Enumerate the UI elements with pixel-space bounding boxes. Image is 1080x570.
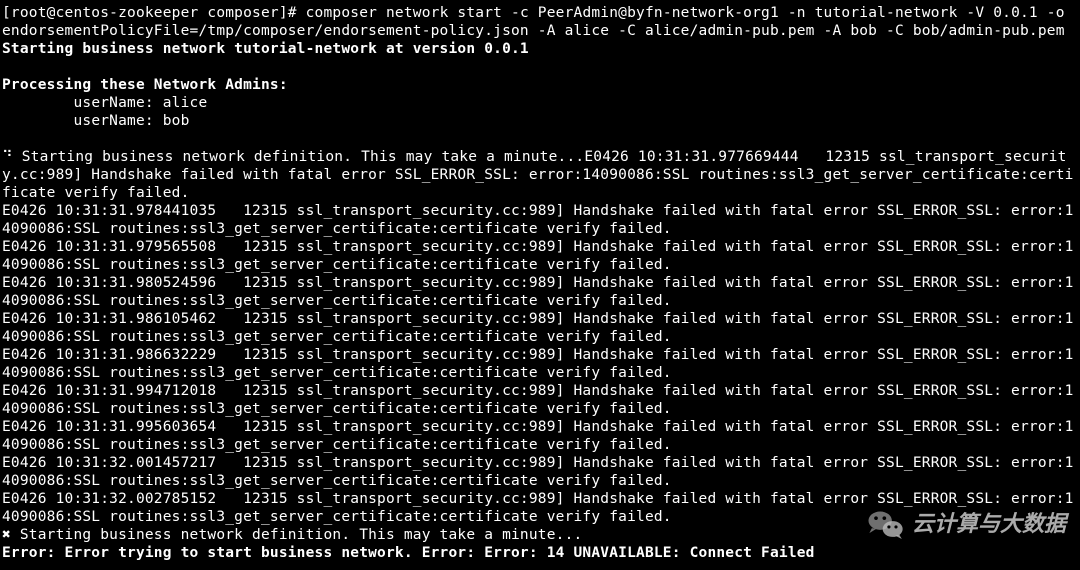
error-line: E0426 10:31:31.980524596 12315 ssl_trans…	[2, 274, 1078, 310]
final-error-line: Error: Error trying to start business ne…	[2, 544, 1078, 562]
error-line: E0426 10:31:32.001457217 12315 ssl_trans…	[2, 454, 1078, 490]
command-line: [root@centos-zookeeper composer]# compos…	[2, 4, 1078, 40]
watermark-text: 云计算与大数据	[912, 515, 1066, 533]
start-bold-line: Starting business network tutorial-netwo…	[2, 40, 1078, 58]
error-line: E0426 10:31:31.995603654 12315 ssl_trans…	[2, 418, 1078, 454]
error-line: E0426 10:31:31.986105462 12315 ssl_trans…	[2, 310, 1078, 346]
terminal-output: [root@centos-zookeeper composer]# compos…	[2, 4, 1078, 562]
starting-and-first-error: ⠙ Starting business network definition. …	[2, 148, 1078, 202]
blank-line	[2, 58, 1078, 76]
watermark: 云计算与大数据	[866, 504, 1066, 544]
shell-prompt: [root@centos-zookeeper composer]#	[2, 5, 297, 21]
admin-bob: userName: bob	[2, 112, 1078, 130]
admins-header: Processing these Network Admins:	[2, 76, 1078, 94]
spinner-text: ⠙ Starting business network definition. …	[2, 149, 584, 165]
blank-line-2	[2, 130, 1078, 148]
errors-block: E0426 10:31:31.978441035 12315 ssl_trans…	[2, 202, 1078, 526]
error-line: E0426 10:31:31.994712018 12315 ssl_trans…	[2, 382, 1078, 418]
error-line: E0426 10:31:31.978441035 12315 ssl_trans…	[2, 202, 1078, 238]
wechat-icon	[866, 504, 906, 544]
error-line: E0426 10:31:31.986632229 12315 ssl_trans…	[2, 346, 1078, 382]
error-line: E0426 10:31:31.979565508 12315 ssl_trans…	[2, 238, 1078, 274]
admin-alice: userName: alice	[2, 94, 1078, 112]
